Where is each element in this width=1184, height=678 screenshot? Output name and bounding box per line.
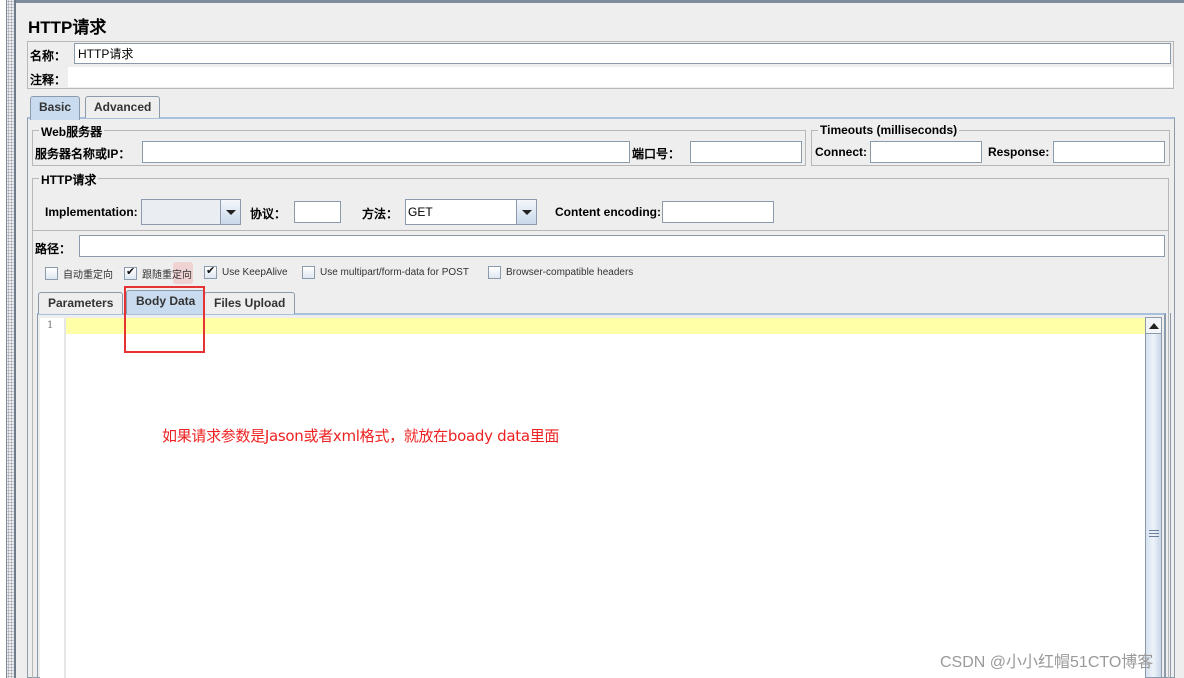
checkbox-auto-redirect[interactable]: 自动重定向 [45, 266, 113, 281]
splitter-handle[interactable] [7, 0, 16, 678]
method-dropdown-button[interactable] [516, 200, 536, 224]
implementation-select[interactable] [141, 199, 241, 225]
annotation-text: 如果请求参数是Jason或者xml格式，就放在boady data里面 [162, 427, 560, 445]
tab-files-upload[interactable]: Files Upload [204, 292, 296, 314]
path-label: 路径： [35, 242, 72, 256]
implementation-label: Implementation: [45, 205, 138, 219]
protocol-label: 协议： [250, 207, 287, 221]
method-value: GET [408, 205, 433, 219]
server-label: 服务器名称或IP： [35, 147, 131, 161]
checkbox-box[interactable] [488, 266, 501, 279]
divider [32, 230, 1169, 231]
checkbox-box[interactable] [302, 266, 315, 279]
method-label: 方法： [362, 207, 399, 221]
chevron-down-icon [225, 209, 236, 215]
checkbox-box[interactable] [204, 264, 217, 279]
watermark: CSDN @小小红帽51CTO博客 [940, 654, 1154, 671]
scroll-grip-icon[interactable] [1149, 530, 1159, 537]
right-border [1165, 313, 1171, 678]
chevron-down-icon [521, 209, 532, 215]
checkbox-browser-headers[interactable]: Browser-compatible headers [488, 266, 633, 279]
checkbox-keepalive[interactable]: Use KeepAlive [204, 264, 288, 279]
connect-label: Connect: [815, 145, 867, 159]
page-title: HTTP请求 [28, 18, 107, 37]
port-label: 端口号： [632, 147, 681, 161]
current-line-highlight [66, 318, 1146, 334]
checkbox-label: 自动重定向 [63, 270, 113, 281]
method-select[interactable]: GET [405, 199, 537, 225]
comment-input[interactable] [68, 67, 1173, 87]
checkbox-box[interactable] [45, 267, 58, 280]
left-panel-edge [0, 0, 7, 678]
arrow-up-icon [1148, 322, 1159, 329]
tab-advanced[interactable]: Advanced [85, 96, 161, 118]
checkbox-label: Use KeepAlive [222, 267, 288, 278]
body-data-editor[interactable] [40, 318, 1145, 678]
scroll-up-button[interactable] [1145, 317, 1162, 334]
annotation-highlight-box [124, 286, 205, 353]
vertical-scrollbar[interactable] [1145, 317, 1162, 678]
path-input[interactable] [79, 235, 1165, 257]
timeouts-title: Timeouts (milliseconds) [818, 123, 960, 137]
implementation-dropdown-button[interactable] [220, 200, 240, 224]
name-label: 名称： [30, 49, 67, 63]
line-number-gutter [40, 318, 66, 678]
response-input[interactable] [1053, 141, 1165, 163]
web-server-title: Web服务器 [39, 123, 105, 140]
content-encoding-input[interactable] [662, 201, 774, 223]
name-comment-panel: 名称： 注释： [27, 41, 1174, 89]
port-input[interactable] [690, 141, 802, 163]
checkbox-label: Browser-compatible headers [506, 267, 634, 278]
http-request-title: HTTP请求 [39, 171, 99, 188]
connect-input[interactable] [870, 141, 982, 163]
name-input[interactable] [74, 43, 1171, 64]
line-number: 1 [47, 320, 54, 331]
content-encoding-label: Content encoding: [555, 205, 661, 219]
checkbox-follow-redirects[interactable]: 跟随重定向 [124, 265, 192, 281]
server-input[interactable] [142, 141, 630, 163]
comment-label: 注释： [30, 73, 67, 87]
protocol-input[interactable] [294, 201, 341, 223]
checkbox-multipart[interactable]: Use multipart/form-data for POST [302, 266, 469, 279]
response-label: Response: [988, 145, 1050, 159]
top-border [16, 0, 1184, 3]
checkbox-box[interactable] [124, 265, 137, 280]
tab-basic[interactable]: Basic [30, 96, 81, 120]
checkbox-label: Use multipart/form-data for POST [320, 267, 469, 278]
tab-parameters[interactable]: Parameters [38, 292, 124, 314]
checkbox-label: 跟随重定向 [142, 270, 192, 281]
